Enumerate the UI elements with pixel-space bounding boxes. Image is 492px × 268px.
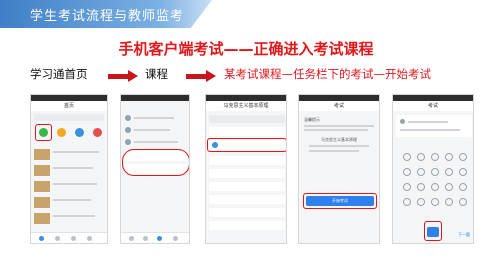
home-icon[interactable] <box>129 236 134 241</box>
text-line <box>408 121 448 123</box>
app-icon[interactable] <box>75 128 84 137</box>
task-item[interactable] <box>209 156 285 165</box>
text-line <box>400 129 460 131</box>
text-line <box>134 141 178 143</box>
timer-icon <box>400 119 405 124</box>
home-icon[interactable] <box>39 236 44 241</box>
answer-key[interactable] <box>445 153 453 161</box>
answer-key[interactable] <box>417 183 425 191</box>
phone-screenshot-course <box>120 94 190 244</box>
phone-screenshot-tasks: 马克思主义基本原理 <box>205 94 287 244</box>
warning-label: 温馨提示 <box>304 117 320 122</box>
task-item[interactable] <box>209 195 285 204</box>
answer-key[interactable] <box>417 153 425 161</box>
question-card <box>396 115 472 137</box>
answer-key[interactable] <box>459 198 467 206</box>
highlight-box <box>424 221 442 241</box>
phone-title: 马克思主义基本原理 <box>206 101 286 111</box>
answer-key[interactable] <box>417 168 425 176</box>
answer-key[interactable] <box>403 198 411 206</box>
phone-title: 考试 <box>299 101 379 111</box>
feed-thumbnail <box>34 181 50 192</box>
folder-icon <box>125 115 131 121</box>
app-icon[interactable] <box>93 128 102 137</box>
bottom-tab-bar <box>31 232 107 243</box>
arrow-right-icon <box>186 70 216 82</box>
text-line <box>53 215 95 217</box>
highlight-box <box>207 138 286 152</box>
answer-key[interactable] <box>445 183 453 191</box>
phone-title: 考试 <box>393 101 473 111</box>
phone-screenshot-exam-notice: 考试 温馨提示 马克思主义基本原理 开始考试 <box>298 94 380 244</box>
text-line <box>53 167 93 169</box>
exam-title: 马克思主义基本原理 <box>321 137 357 142</box>
step-course: 课程 <box>145 67 168 81</box>
slide-title: 手机客户端考试——正确进入考试课程 <box>118 40 374 58</box>
highlight-box <box>122 149 189 176</box>
note-icon[interactable] <box>71 236 76 241</box>
course-icon[interactable] <box>157 236 162 241</box>
answer-key[interactable] <box>459 168 467 176</box>
text-line <box>309 145 369 147</box>
highlight-box <box>35 124 52 141</box>
feed-thumbnail <box>34 213 50 224</box>
phone-title <box>121 101 189 111</box>
profile-icon[interactable] <box>87 236 92 241</box>
step-home: 学习通首页 <box>30 67 88 81</box>
answer-key[interactable] <box>431 183 439 191</box>
phone-screenshot-home: 首页 <box>30 94 108 244</box>
text-line <box>309 150 359 152</box>
answer-key[interactable] <box>431 168 439 176</box>
search-input[interactable] <box>34 114 104 121</box>
task-tab-bar[interactable] <box>209 115 285 123</box>
feed-thumbnail <box>34 197 50 208</box>
answer-key[interactable] <box>417 198 425 206</box>
folder-icon <box>125 139 131 145</box>
feed-thumbnail <box>34 165 50 176</box>
profile-icon[interactable] <box>173 236 178 241</box>
highlight-box <box>303 193 377 209</box>
task-item[interactable] <box>209 221 285 230</box>
answer-key[interactable] <box>403 183 411 191</box>
answer-key[interactable] <box>445 168 453 176</box>
answer-key[interactable] <box>403 153 411 161</box>
text-line <box>53 151 99 153</box>
step-exam: 某考试课程—任务栏下的考试—开始考试 <box>224 67 431 81</box>
task-item[interactable] <box>209 127 285 136</box>
text-line <box>134 129 170 131</box>
app-icon[interactable] <box>57 128 66 137</box>
next-question-link[interactable]: 下一题 <box>458 232 470 238</box>
answer-key[interactable] <box>403 168 411 176</box>
answer-key[interactable] <box>459 153 467 161</box>
message-icon[interactable] <box>55 236 60 241</box>
feed-thumbnail <box>34 149 50 160</box>
phone-title: 首页 <box>31 101 107 111</box>
text-line <box>53 199 91 201</box>
message-icon[interactable] <box>143 236 148 241</box>
text-line <box>53 183 97 185</box>
text-line <box>304 129 368 131</box>
answer-key[interactable] <box>431 153 439 161</box>
task-item[interactable] <box>209 182 285 191</box>
folder-icon <box>125 127 131 133</box>
answer-key[interactable] <box>431 198 439 206</box>
task-item[interactable] <box>209 208 285 217</box>
text-line <box>134 117 174 119</box>
arrow-right-icon <box>108 70 138 82</box>
answer-key[interactable] <box>445 198 453 206</box>
phone-screenshot-exam-question: 考试 下一题 <box>392 94 474 244</box>
task-item[interactable] <box>209 169 285 178</box>
text-line <box>304 125 374 127</box>
answer-key[interactable] <box>459 183 467 191</box>
bottom-tab-bar <box>121 232 189 243</box>
banner-title: 学生考试流程与教师监考 <box>30 9 185 24</box>
